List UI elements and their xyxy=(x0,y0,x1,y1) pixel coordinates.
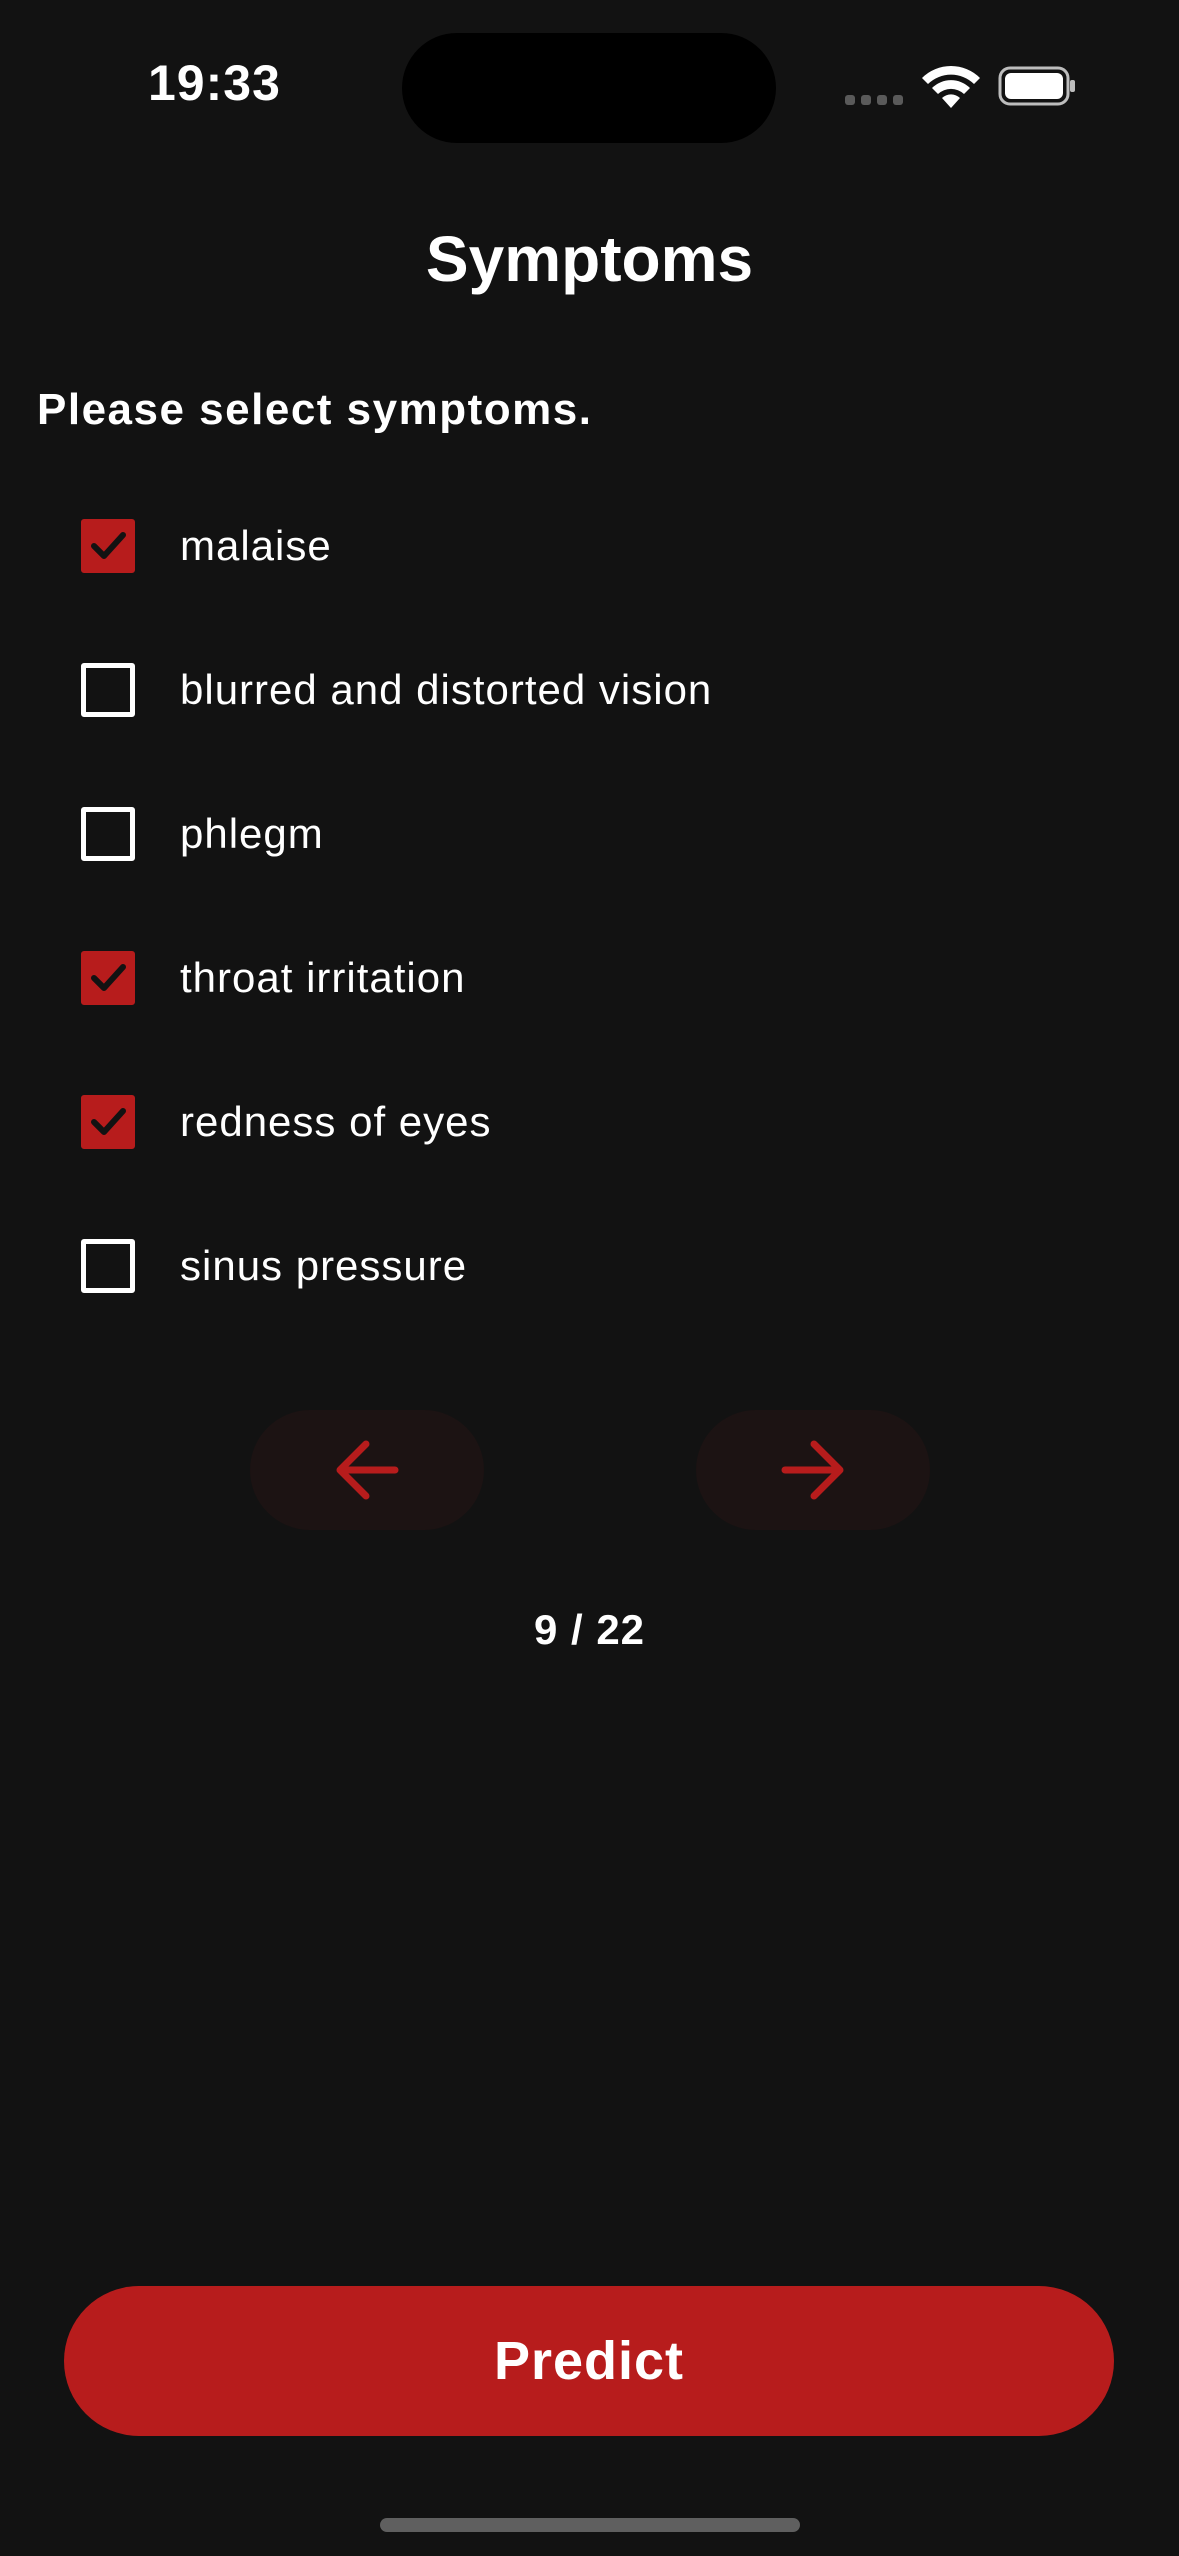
symptom-label: blurred and distorted vision xyxy=(180,666,713,713)
page-indicator: 9 / 22 xyxy=(533,1606,646,1653)
symptom-checkbox[interactable] xyxy=(81,807,135,861)
symptom-row-sinus-pressure[interactable]: sinus pressure xyxy=(0,1194,1179,1338)
symptom-label: phlegm xyxy=(180,810,324,857)
checkmark-icon xyxy=(91,964,126,991)
symptom-checkbox-checked[interactable] xyxy=(81,1095,135,1149)
battery-icon xyxy=(998,66,1076,106)
symptom-label: redness of eyes xyxy=(180,1098,492,1145)
prompt-text: Please select symptoms. xyxy=(37,385,593,434)
status-time: 19:33 xyxy=(148,55,281,111)
symptom-checkbox[interactable] xyxy=(81,663,135,717)
symptom-row-malaise[interactable]: malaise xyxy=(0,474,1179,618)
wifi-icon xyxy=(922,64,980,108)
symptom-checkbox-checked[interactable] xyxy=(81,951,135,1005)
home-indicator[interactable] xyxy=(380,2518,800,2532)
symptom-label: sinus pressure xyxy=(180,1242,468,1289)
page-title: Symptoms xyxy=(425,223,754,295)
symptom-checkbox-checked[interactable] xyxy=(81,519,135,573)
dynamic-island xyxy=(402,33,776,143)
symptom-checkbox[interactable] xyxy=(81,1239,135,1293)
checkmark-icon xyxy=(91,1108,126,1135)
symptom-row-blurred-and-distorted-vision[interactable]: blurred and distorted vision xyxy=(0,618,1179,762)
previous-page-button[interactable] xyxy=(250,1410,484,1530)
next-page-button[interactable] xyxy=(696,1410,930,1530)
symptom-row-throat-irritation[interactable]: throat irritation xyxy=(0,906,1179,1050)
arrow-right-icon xyxy=(781,1440,844,1500)
arrow-left-icon xyxy=(336,1440,399,1500)
symptom-label: throat irritation xyxy=(180,954,466,1001)
symptom-row-redness-of-eyes[interactable]: redness of eyes xyxy=(0,1050,1179,1194)
symptom-label: malaise xyxy=(180,522,332,569)
checkmark-icon xyxy=(91,532,126,559)
symptom-row-phlegm[interactable]: phlegm xyxy=(0,762,1179,906)
predict-button[interactable]: Predict xyxy=(64,2286,1114,2436)
cellular-signal-icon xyxy=(845,95,905,107)
